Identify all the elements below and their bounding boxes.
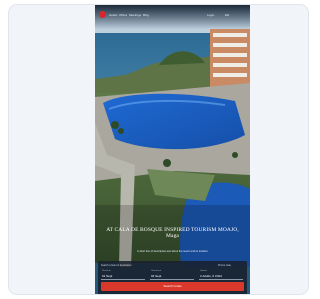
booking-heading: Search a hotel or destination xyxy=(101,264,132,267)
mobile-hotel-page: Hotels Offers Meetings Blog Login EN AT … xyxy=(95,5,250,294)
nav-item-hotels[interactable]: Hotels xyxy=(109,13,118,17)
checkin-label: Check-in xyxy=(102,270,111,272)
nav-item-blog[interactable]: Blog xyxy=(143,13,149,17)
booking-widget: Search a hotel or destination Promo code… xyxy=(98,261,247,294)
promo-code-link[interactable]: Promo code xyxy=(218,264,231,267)
login-link[interactable]: Login xyxy=(207,13,214,17)
preview-card: Hotels Offers Meetings Blog Login EN AT … xyxy=(8,4,309,295)
search-hotels-button[interactable]: Search hotels xyxy=(101,282,244,291)
nav-item-offers[interactable]: Offers xyxy=(119,13,127,17)
language-selector[interactable]: EN xyxy=(225,13,229,17)
checkout-value: 04 Sept xyxy=(151,274,162,278)
top-navigation-bar: Hotels Offers Meetings Blog Login EN xyxy=(95,5,250,29)
nav-item-meetings[interactable]: Meetings xyxy=(129,13,141,17)
brand-logo[interactable] xyxy=(99,11,106,18)
guests-value: 2 Adults, 0 Child xyxy=(200,274,222,278)
checkin-field[interactable]: Check-in 01 Sept xyxy=(101,270,145,280)
checkout-label: Check-out xyxy=(151,270,161,272)
checkout-field[interactable]: Check-out 04 Sept xyxy=(150,270,194,280)
guests-label: Guests xyxy=(200,270,207,272)
checkin-value: 01 Sept xyxy=(102,274,113,278)
hero-title: AT CALA DE BOSQUE INSPIRED TOURISM MOAJO… xyxy=(106,227,239,240)
guests-field[interactable]: Guests 2 Adults, 0 Child xyxy=(199,270,243,280)
hero-subtitle: A short line of descriptive text about t… xyxy=(137,250,208,253)
